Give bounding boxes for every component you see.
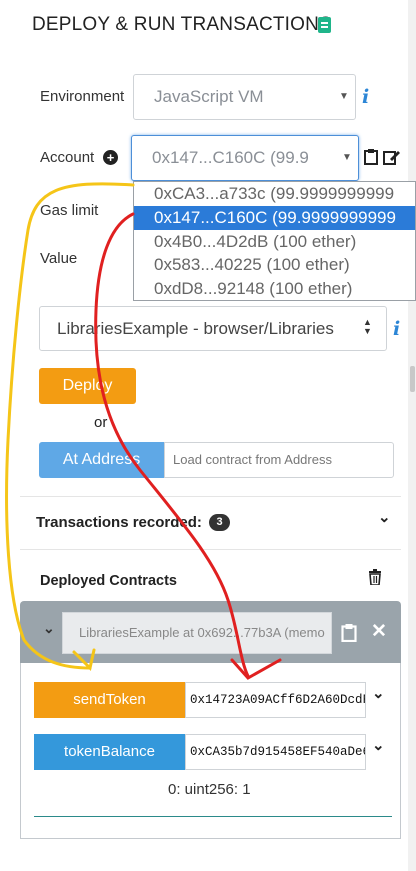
trash-icon[interactable] xyxy=(368,569,382,585)
sort-arrows-icon: ▲ ▼ xyxy=(363,317,372,336)
chevron-down-icon: ▼ xyxy=(342,152,352,163)
environment-select[interactable]: JavaScript VM xyxy=(133,74,356,120)
contract-instance-title: LibrariesExample at 0x692...77b3A (memo xyxy=(62,612,332,654)
chevron-down-icon[interactable]: ⌄ xyxy=(43,620,55,637)
environment-label: Environment xyxy=(40,88,125,105)
info-icon[interactable]: i xyxy=(362,86,369,108)
value-label: Value xyxy=(40,250,78,267)
account-label: Account xyxy=(40,149,95,166)
tokenbalance-input[interactable]: 0xCA35b7d915458EF540aDe6 xyxy=(185,734,366,770)
at-address-input[interactable]: Load contract from Address xyxy=(164,442,394,478)
contract-select[interactable]: LibrariesExample - browser/Libraries xyxy=(39,306,387,351)
call-result: 0: uint256: 1 xyxy=(168,781,251,798)
account-option-selected[interactable]: 0x147...C160C (99.9999999999 xyxy=(134,205,415,230)
account-option[interactable]: 0xdD8...92148 (100 ether) xyxy=(134,277,415,300)
account-option[interactable]: 0x583...40225 (100 ether) xyxy=(134,253,415,277)
clipboard-icon[interactable] xyxy=(364,149,378,165)
transactions-recorded-label: Transactions recorded: xyxy=(36,514,202,531)
chevron-down-icon: ▼ xyxy=(339,91,349,102)
panel-title: DEPLOY & RUN TRANSACTIONS xyxy=(32,14,332,35)
edit-icon[interactable] xyxy=(383,149,400,165)
documentation-icon[interactable] xyxy=(318,17,331,33)
info-icon[interactable]: i xyxy=(393,318,400,340)
account-dropdown[interactable]: 0xCA3...a733c (99.9999999999 0x147...C16… xyxy=(133,181,416,301)
contract-instance-title-text: LibrariesExample at 0x692...77b3A (memo xyxy=(79,625,325,640)
account-value: 0x147...C160C (99.9 xyxy=(152,148,309,167)
plus-circle-icon[interactable]: + xyxy=(103,150,118,165)
tokenbalance-button[interactable]: tokenBalance xyxy=(34,734,185,770)
gas-limit-label: Gas limit xyxy=(40,202,99,219)
sendtoken-button[interactable]: sendToken xyxy=(34,682,185,718)
scrollbar-thumb[interactable] xyxy=(410,366,415,392)
account-option[interactable]: 0xCA3...a733c (99.9999999999 xyxy=(134,182,415,206)
transactions-count-badge: 3 xyxy=(209,514,230,531)
or-label: or xyxy=(94,414,108,431)
environment-value: JavaScript VM xyxy=(154,87,264,106)
clipboard-icon[interactable] xyxy=(341,624,357,642)
deployed-contracts-label: Deployed Contracts xyxy=(40,573,177,589)
divider xyxy=(20,549,401,550)
chevron-down-icon[interactable]: ⌄ xyxy=(378,508,391,526)
at-address-placeholder: Load contract from Address xyxy=(173,452,332,467)
chevron-down-icon[interactable]: ⌄ xyxy=(372,736,385,754)
account-select[interactable]: 0x147...C160C (99.9 xyxy=(131,135,359,181)
sendtoken-input[interactable]: 0x14723A09ACff6D2A60DcdF xyxy=(185,682,366,718)
divider xyxy=(34,816,392,817)
divider xyxy=(20,496,401,497)
account-option[interactable]: 0x4B0...4D2dB (100 ether) xyxy=(134,230,415,254)
contract-value: LibrariesExample - browser/Libraries xyxy=(57,319,334,338)
close-icon[interactable]: ✕ xyxy=(371,620,387,643)
scrollbar-track[interactable] xyxy=(408,0,416,871)
deploy-button[interactable]: Deploy xyxy=(39,368,136,404)
at-address-button[interactable]: At Address xyxy=(39,442,164,478)
chevron-down-icon[interactable]: ⌄ xyxy=(372,684,385,702)
